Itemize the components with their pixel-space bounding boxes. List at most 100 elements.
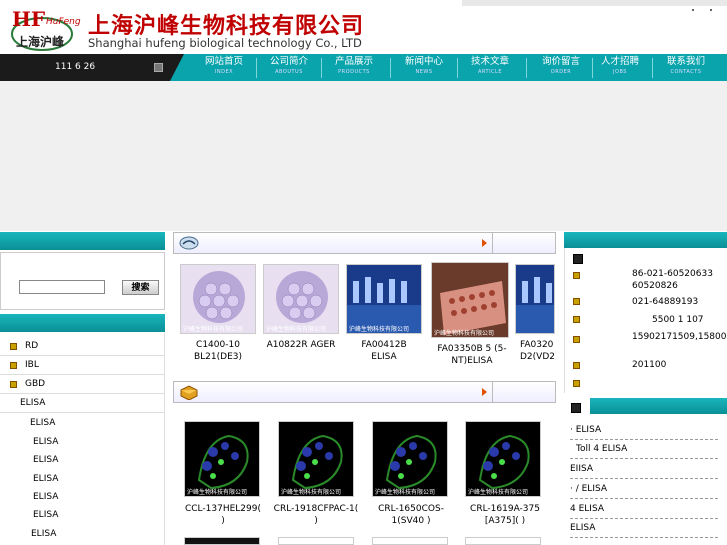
nav-separator xyxy=(526,58,527,78)
news-item[interactable]: ELISA xyxy=(570,519,718,538)
nav-contacts[interactable]: 联系我们 CONTACTS xyxy=(655,56,717,80)
nav-index[interactable]: 网站首页 INDEX xyxy=(193,56,255,80)
bullet-icon xyxy=(573,298,580,305)
cells-section-header xyxy=(173,381,556,403)
cell-label[interactable]: CRL-1918CFPAC-1() xyxy=(270,503,362,527)
more-arrow-icon[interactable] xyxy=(482,388,487,396)
contact-fax: 021-64889193 xyxy=(632,297,699,307)
cell-thumb[interactable]: 沪峰生物科技有限公司 xyxy=(465,421,541,497)
nav-separator xyxy=(457,58,458,78)
watermark-text: 沪峰生物科技有限公司 xyxy=(349,325,409,333)
product-thumb[interactable]: 沪峰生物科技有限公司 xyxy=(180,264,256,334)
nav-date: 111 6 26 xyxy=(55,62,96,72)
subcategory-item[interactable]: ELISA xyxy=(0,470,140,488)
watermark-text: 沪峰生物科技有限公司 xyxy=(375,488,435,496)
nav-news[interactable]: 新闻中心 NEWS xyxy=(393,56,455,80)
nav-article[interactable]: 技术文章 ARTICLE xyxy=(459,56,521,80)
product-thumb[interactable] xyxy=(515,264,555,334)
cell-label[interactable]: CRL-1619A-375 [A375]( ) xyxy=(460,503,550,527)
company-logo[interactable]: HF HuFeng 上海沪峰 xyxy=(10,7,82,52)
cell-label[interactable]: CRL-1650COS- 1(SV40 ) xyxy=(366,503,456,527)
subcategory-item[interactable]: ELISA xyxy=(0,488,140,506)
category-item[interactable]: IBL xyxy=(0,356,165,375)
nav-separator xyxy=(321,58,322,78)
product-thumb[interactable]: 沪峰生物科技有限公司 xyxy=(346,264,422,334)
product-label[interactable]: FA0320 D2(VD2) xyxy=(520,339,556,363)
subcategory-item[interactable]: ELISA xyxy=(0,525,140,543)
subcategory-item[interactable]: ELISA xyxy=(0,506,140,524)
watermark-text: 沪峰生物科技有限公司 xyxy=(187,488,247,496)
nav-separator xyxy=(652,58,653,78)
product-label[interactable]: C1400-10 BL21(DE3) xyxy=(176,339,260,363)
product-label[interactable]: FA03350B 5 (5- NT)ELISA xyxy=(426,343,518,367)
watermark-text: 沪峰生物科技有限公司 xyxy=(266,325,326,333)
nav-products[interactable]: 产品展示 PRODUCTS xyxy=(323,56,385,80)
news-item[interactable]: · / ELISA xyxy=(570,480,718,499)
product-thumb[interactable]: 沪峰生物科技有限公司 xyxy=(431,262,509,338)
watermark-text: 沪峰生物科技有限公司 xyxy=(468,488,528,496)
watermark-text: 沪峰生物科技有限公司 xyxy=(434,329,494,337)
bullet-icon xyxy=(10,362,17,369)
bullet-icon xyxy=(10,381,17,388)
search-input[interactable] xyxy=(19,280,105,294)
cell-thumb[interactable]: 沪峰生物科技有限公司 xyxy=(372,421,448,497)
news-icon xyxy=(571,403,581,413)
header-divider xyxy=(492,233,493,253)
category-item[interactable]: ELISA xyxy=(0,394,165,413)
dot xyxy=(710,9,712,11)
product-thumb[interactable]: 沪峰生物科技有限公司 xyxy=(263,264,339,334)
cell-thumb[interactable] xyxy=(465,537,541,545)
news-item[interactable]: · ELISA xyxy=(570,421,718,440)
nav-square-icon xyxy=(154,63,163,72)
logo-text-cn: 上海沪峰 xyxy=(16,34,65,49)
nav-slant xyxy=(170,54,184,81)
cell-label[interactable]: CCL-137HEL299() xyxy=(178,503,268,527)
category-header xyxy=(0,314,165,332)
header-divider xyxy=(492,382,493,402)
watermark-text: 沪峰生物科技有限公司 xyxy=(281,488,341,496)
contact-postcode: 201100 xyxy=(632,360,667,370)
cell-thumb[interactable]: 沪峰生物科技有限公司 xyxy=(278,421,354,497)
bullet-icon xyxy=(573,336,580,343)
product-label[interactable]: FA00412B ELISA xyxy=(342,339,426,363)
top-bar xyxy=(462,0,727,6)
banner-area xyxy=(0,81,727,231)
bullet-icon xyxy=(573,380,580,387)
contact-mobile: 15902171509,15800595242 xyxy=(632,332,727,342)
contact-header xyxy=(564,232,727,248)
company-title-en: Shanghai hufeng biological technology Co… xyxy=(88,36,362,50)
nav-jobs[interactable]: 人才招聘 JOBS xyxy=(589,56,651,80)
contact-phone: 86-021-60520633 60520826 xyxy=(632,269,713,291)
cell-thumb[interactable]: 沪峰生物科技有限公司 xyxy=(184,421,260,497)
subcategory-item[interactable]: ELISA xyxy=(0,414,140,432)
watermark-text: 沪峰生物科技有限公司 xyxy=(183,325,243,333)
subcategory-item[interactable]: ELISA xyxy=(0,451,140,469)
cell-thumb[interactable] xyxy=(184,537,260,545)
contact-address: 5500 1 107 xyxy=(652,315,704,325)
bullet-icon xyxy=(573,272,580,279)
news-item[interactable]: Toll 4 ELISA xyxy=(570,440,718,459)
cell-thumb[interactable] xyxy=(278,537,354,545)
search-header xyxy=(0,232,165,250)
svg-text:HF: HF xyxy=(12,8,45,31)
nav-order[interactable]: 询价留言 ORDER xyxy=(530,56,592,80)
news-item[interactable]: 4 ELISA xyxy=(570,500,718,519)
more-arrow-icon[interactable] xyxy=(482,239,487,247)
logo-text: HuFeng xyxy=(46,17,81,27)
nav-separator xyxy=(390,58,391,78)
category-item[interactable]: RD xyxy=(0,337,165,356)
subcategory-item[interactable]: ELISA xyxy=(0,433,140,451)
category-item[interactable]: GBD xyxy=(0,375,165,394)
bullet-icon xyxy=(573,362,580,369)
contact-icon xyxy=(573,254,583,264)
news-item[interactable]: EIISA xyxy=(570,460,718,479)
nav-about[interactable]: 公司简介 ABOUTUS xyxy=(258,56,320,80)
nav-separator xyxy=(256,58,257,78)
cell-thumb[interactable] xyxy=(372,537,448,545)
products-section-icon xyxy=(179,236,199,253)
product-label[interactable]: A10822R AGER xyxy=(259,339,343,351)
products-section-header xyxy=(173,232,556,254)
search-button[interactable]: 搜索 xyxy=(122,280,159,295)
dot xyxy=(692,9,694,11)
bullet-icon xyxy=(10,343,17,350)
